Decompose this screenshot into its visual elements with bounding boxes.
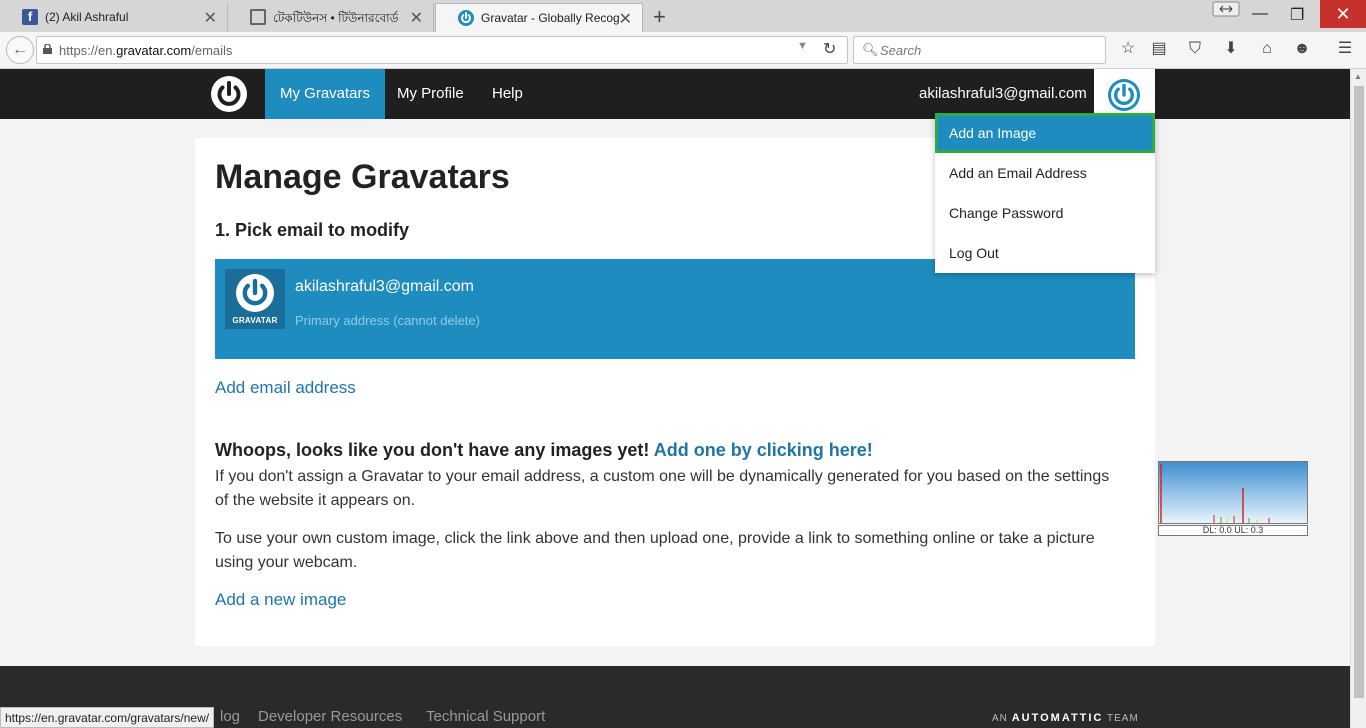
close-icon[interactable]: ✕ <box>619 9 632 29</box>
network-speed-widget[interactable]: DL: 0.0 UL: 0.3 <box>1158 461 1308 536</box>
facebook-icon: f <box>22 9 38 25</box>
email-row-selected[interactable]: GRAVATAR akilashraful3@gmail.com Primary… <box>215 259 1135 359</box>
tab-facebook[interactable]: f (2) Akil Ashraful ✕ <box>0 3 228 32</box>
email-address: akilashraful3@gmail.com <box>295 278 474 295</box>
lock-icon <box>43 44 52 54</box>
close-icon[interactable]: ✕ <box>204 8 217 28</box>
no-images-text: Whoops, looks like you don't have any im… <box>215 440 650 460</box>
tab-title: (2) Akil Ashraful <box>45 10 129 24</box>
page-title: Manage Gravatars <box>215 158 510 196</box>
status-bar-url: https://en.gravatar.com/gravatars/new/ <box>0 707 215 728</box>
menu-item-add-email[interactable]: Add an Email Address <box>935 153 1155 193</box>
restore-drag-icon[interactable] <box>1212 1 1240 22</box>
account-dropdown-menu: Add an Image Add an Email Address Change… <box>935 113 1155 273</box>
url-bar[interactable]: https://en.gravatar.com/emails ▼ ↻ <box>36 36 848 64</box>
add-email-address-link[interactable]: Add email address <box>215 378 356 398</box>
avatar-label: GRAVATAR <box>232 316 278 325</box>
no-images-heading: Whoops, looks like you don't have any im… <box>215 440 873 461</box>
dropdown-arrow-icon[interactable]: ▼ <box>797 40 808 52</box>
nav-my-gravatars[interactable]: My Gravatars <box>265 69 386 119</box>
gravatar-logo-icon <box>236 274 274 312</box>
reading-list-icon[interactable]: ▤ <box>1147 37 1171 61</box>
user-email[interactable]: akilashraful3@gmail.com <box>919 85 1087 102</box>
search-icon: 🔍︎ <box>862 42 879 57</box>
tab-title: Gravatar - Globally Recog... <box>481 11 621 25</box>
window-close-icon[interactable]: ✕ <box>1320 0 1366 28</box>
nav-my-profile[interactable]: My Profile <box>382 69 479 119</box>
site-header: My Gravatars My Profile Help akilashrafu… <box>0 69 1350 119</box>
minimize-icon[interactable]: — <box>1252 5 1268 23</box>
gravatar-icon <box>458 10 474 26</box>
footer-link-blog[interactable]: log <box>220 708 240 725</box>
close-icon[interactable]: ✕ <box>410 8 423 28</box>
footer-link-developer-resources[interactable]: Developer Resources <box>258 708 402 725</box>
speed-graph <box>1158 461 1308 524</box>
footer-link-technical-support[interactable]: Technical Support <box>426 708 545 725</box>
search-placeholder: Search <box>880 43 922 58</box>
account-menu-button[interactable] <box>1094 69 1155 119</box>
info-paragraph-1: If you don't assign a Gravatar to your e… <box>215 468 1110 509</box>
email-avatar: GRAVATAR <box>225 269 285 329</box>
menu-item-log-out[interactable]: Log Out <box>935 233 1155 273</box>
gravatar-avatar-icon <box>1108 79 1140 111</box>
info-paragraph-2: To use your own custom image, click the … <box>215 530 1095 571</box>
home-icon[interactable]: ⌂ <box>1255 37 1279 61</box>
page-scrollbar[interactable]: ▲ <box>1350 69 1366 728</box>
add-one-link[interactable]: Add one by clicking here! <box>654 440 873 460</box>
nav-help[interactable]: Help <box>477 69 538 119</box>
automattic-brand[interactable]: AN AUTOMATTIC TEAM <box>992 712 1139 724</box>
tab-techtunes[interactable]: টেকটিউনস • টিউনারবোর্ড ✕ <box>228 3 434 32</box>
gravatar-logo-icon[interactable] <box>211 76 247 112</box>
maximize-icon[interactable]: ❐ <box>1290 5 1304 25</box>
bookmark-star-icon[interactable]: ☆ <box>1116 37 1140 61</box>
primary-address-note: Primary address (cannot delete) <box>295 313 480 328</box>
pocket-icon[interactable]: ⛉ <box>1183 37 1207 61</box>
back-arrow-icon[interactable]: ← <box>6 36 34 64</box>
menu-item-add-image[interactable]: Add an Image <box>935 113 1155 153</box>
tab-gravatar[interactable]: Gravatar - Globally Recog... ✕ <box>435 3 643 33</box>
menu-item-change-password[interactable]: Change Password <box>935 193 1155 233</box>
emoji-icon[interactable]: ☻ <box>1290 37 1314 61</box>
new-tab-icon[interactable]: + <box>653 4 666 30</box>
speed-label: DL: 0.0 UL: 0.3 <box>1158 525 1308 536</box>
step-title: 1. Pick email to modify <box>215 220 410 240</box>
menu-icon[interactable]: ☰ <box>1333 37 1357 61</box>
scroll-up-icon[interactable]: ▲ <box>1354 72 1362 81</box>
reload-icon[interactable]: ↻ <box>823 39 836 59</box>
tab-title: টেকটিউনস • টিউনারবোর্ড <box>273 11 398 25</box>
techtunes-icon <box>250 9 266 25</box>
url-text: https://en.gravatar.com/emails <box>59 43 233 58</box>
browser-tab-bar: f (2) Akil Ashraful ✕ টেকটিউনস • টিউনারব… <box>0 0 1366 33</box>
browser-search-input[interactable]: 🔍︎ Search <box>853 36 1106 64</box>
scrollbar-thumb[interactable] <box>1354 86 1364 698</box>
browser-nav-bar: ← https://en.gravatar.com/emails ▼ ↻ 🔍︎ … <box>0 32 1366 69</box>
download-icon[interactable]: ⬇ <box>1219 37 1243 61</box>
add-new-image-link[interactable]: Add a new image <box>215 590 346 610</box>
